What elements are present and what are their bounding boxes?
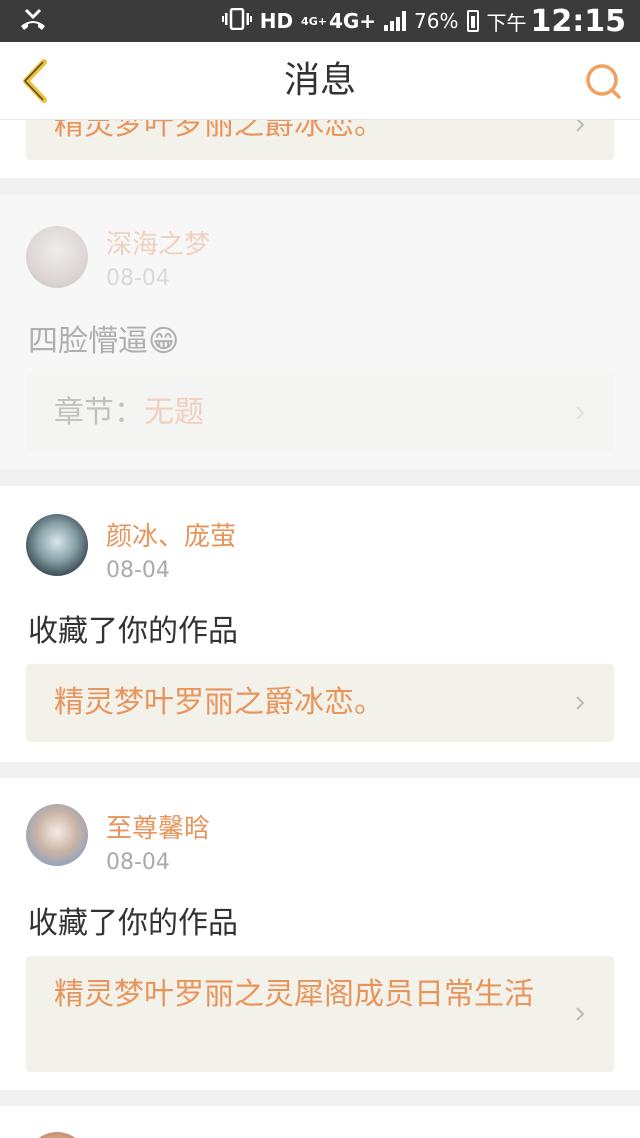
message-card[interactable]: 至尊馨晗 08-04 收藏了你的作品 精灵梦叶罗丽之灵犀阁成员日常生活 [0,778,640,1090]
chevron-right-icon [576,1007,585,1021]
time-prefix: 下午 [486,10,527,35]
message-text: 收藏了你的作品 [28,614,238,649]
chapter-name: 无题 [144,395,204,430]
message-feed[interactable]: 精灵梦叶罗丽之爵冰恋。 深海之梦 08-04 四脸懵逼😁 章节：无题 颜冰、庞萤… [0,120,640,1138]
username[interactable]: 至尊馨晗 [106,808,210,845]
vibrate-icon [221,7,252,35]
username[interactable]: 颜冰、庞萤 [106,516,236,553]
work-title: 精灵梦叶罗丽之爵冰恋。 [54,120,384,142]
message-text: 四脸懵逼😁 [28,324,180,359]
message-date: 08-04 [106,850,170,875]
chevron-right-icon [576,120,585,132]
work-link[interactable]: 精灵梦叶罗丽之灵犀阁成员日常生活 [26,956,614,1072]
chevron-right-icon [576,696,585,710]
message-card[interactable]: 颜冰、庞萤 08-04 收藏了你的作品 精灵梦叶罗丽之爵冰恋。 [0,486,640,762]
message-card[interactable]: 深海之梦 08-04 四脸懵逼😁 章节：无题 [0,194,640,470]
missed-call-icon [18,6,48,38]
work-title: 精灵梦叶罗丽之爵冰恋。 [54,685,384,720]
message-text: 收藏了你的作品 [28,906,238,941]
avatar[interactable] [26,514,88,576]
message-date: 08-04 [106,558,170,583]
signal-icon [384,11,407,31]
avatar[interactable] [26,1132,88,1138]
message-date: 08-04 [106,266,170,291]
avatar[interactable] [26,804,88,866]
page-title: 消息 [283,60,356,101]
clock: 12:15 [530,3,627,39]
chevron-right-icon [576,406,585,420]
app-header: 消息 [0,42,640,120]
work-link[interactable]: 精灵梦叶罗丽之爵冰恋。 [26,664,614,742]
message-card: 精灵梦叶罗丽之爵冰恋。 [0,120,640,178]
work-link[interactable]: 精灵梦叶罗丽之爵冰恋。 [26,120,614,160]
battery-percent: 76% [414,9,459,33]
message-card[interactable] [0,1106,640,1138]
status-bar: HD 4G+ 4G+ 76% 下午 12:15 [0,0,640,42]
chapter-label: 章节： [54,395,144,430]
network-type: 4G+ 4G+ [301,9,377,33]
search-button[interactable] [584,62,624,102]
hd-indicator: HD [259,9,294,33]
chapter-link[interactable]: 章节：无题 [26,374,614,452]
work-title: 精灵梦叶罗丽之灵犀阁成员日常生活 [54,977,534,1012]
search-icon [586,64,621,99]
battery-icon [466,10,479,32]
avatar[interactable] [26,226,88,288]
username[interactable]: 深海之梦 [106,224,210,261]
